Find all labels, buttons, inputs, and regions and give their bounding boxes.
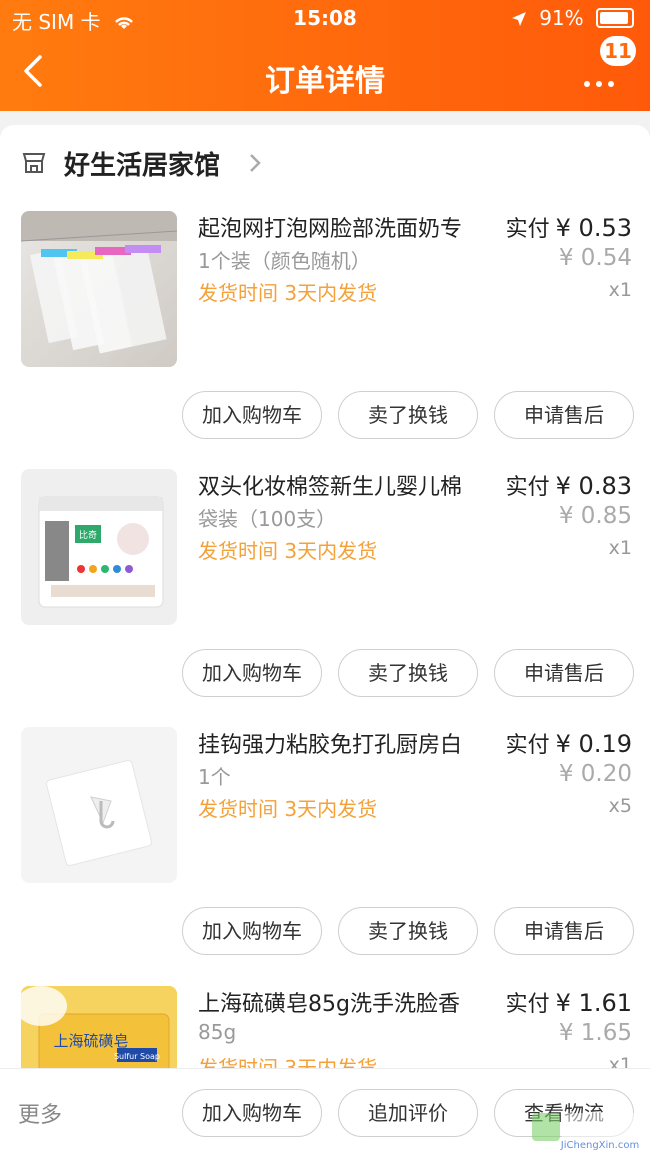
paid-label: 实付 xyxy=(505,475,550,500)
foam-net-image xyxy=(21,211,177,354)
paid-amount: ¥ 0.53 xyxy=(555,214,632,242)
bottom-add-to-cart-button[interactable]: 加入购物车 xyxy=(182,1089,322,1137)
brand-label: 比奇 xyxy=(79,529,97,541)
paid-price: 实付 ¥ 0.83 xyxy=(506,469,632,501)
resell-button[interactable]: 卖了换钱 xyxy=(338,391,478,439)
message-badge: 11 xyxy=(600,36,636,66)
paid-price: 实付 ¥ 0.53 xyxy=(506,211,632,243)
order-item[interactable]: 起泡网打泡网脸部洗面奶专 1个装（颜色随机） 发货时间 3天内发货 实付 ¥ 0.… xyxy=(0,211,650,469)
watermark-text: JiChengXin.com xyxy=(560,1140,639,1151)
paid-amount: ¥ 0.19 xyxy=(555,730,632,758)
original-price: ¥ 0.20 xyxy=(558,761,632,787)
product-spec: 1个 xyxy=(198,765,231,789)
add-to-cart-button[interactable]: 加入购物车 xyxy=(182,649,322,697)
ship-time: 发货时间 3天内发货 xyxy=(198,539,378,563)
page-title: 订单详情 xyxy=(265,64,385,99)
add-review-button[interactable]: 追加评价 xyxy=(338,1089,478,1137)
quantity: x1 xyxy=(608,1054,632,1068)
watermark-logo: JiChengXin.com xyxy=(532,1113,639,1151)
order-card: 好生活居家馆 起泡网打泡网脸部洗面奶专 1个装（颜色随机） 发货时间 3天内发货 xyxy=(0,125,650,1156)
paid-amount: ¥ 1.61 xyxy=(555,989,632,1017)
paid-label: 实付 xyxy=(505,733,550,758)
product-name[interactable]: 起泡网打泡网脸部洗面奶专 xyxy=(198,211,488,243)
quantity: x5 xyxy=(608,795,632,817)
product-spec: 1个装（颜色随机） xyxy=(198,249,371,273)
store-row[interactable]: 好生活居家馆 xyxy=(0,125,650,201)
product-spec: 袋装（100支） xyxy=(198,507,337,531)
quantity: x1 xyxy=(608,279,632,301)
order-item[interactable]: 比奇 双头化妆棉签新生儿婴儿棉 袋装（100支） 发货时间 3天内发货 实付 ¥ … xyxy=(0,469,650,727)
order-item[interactable]: 挂钩强力粘胶免打孔厨房白 1个 发货时间 3天内发货 实付 ¥ 0.19 ¥ 0.… xyxy=(0,727,650,985)
quantity: x1 xyxy=(608,537,632,559)
resell-button[interactable]: 卖了换钱 xyxy=(338,907,478,955)
cotton-swab-image: 比奇 xyxy=(38,496,164,608)
add-to-cart-button[interactable]: 加入购物车 xyxy=(182,907,322,955)
nav-bar: 订单详情 11 xyxy=(0,36,650,111)
product-spec: 85g xyxy=(198,1020,237,1044)
product-name[interactable]: 双头化妆棉签新生儿婴儿棉 xyxy=(198,469,488,501)
product-name[interactable]: 挂钩强力粘胶免打孔厨房白 xyxy=(198,727,488,759)
original-price: ¥ 1.65 xyxy=(558,1020,632,1046)
chevron-right-icon xyxy=(250,154,261,172)
original-price: ¥ 0.54 xyxy=(558,245,632,271)
product-name[interactable]: 上海硫磺皂85g洗手洗脸香 xyxy=(198,986,488,1018)
ship-time: 发货时间 3天内发货 xyxy=(198,1056,378,1068)
add-to-cart-button[interactable]: 加入购物车 xyxy=(182,391,322,439)
paid-amount: ¥ 0.83 xyxy=(555,472,632,500)
soap-label-en: Sulfur Soap xyxy=(114,1052,160,1061)
soap-label: 上海硫磺皂 xyxy=(53,1032,128,1050)
product-image[interactable] xyxy=(21,211,177,367)
status-right: 91% xyxy=(511,6,634,30)
store-icon xyxy=(22,153,46,173)
after-sale-button[interactable]: 申请售后 xyxy=(494,391,634,439)
soap-image: 上海硫磺皂 Sulfur Soap xyxy=(21,986,177,1068)
paid-price: 实付 ¥ 1.61 xyxy=(506,986,632,1018)
status-bar: 无 SIM 卡 15:08 91% xyxy=(0,0,650,36)
product-image[interactable] xyxy=(21,727,177,883)
after-sale-button[interactable]: 申请售后 xyxy=(494,649,634,697)
after-sale-button[interactable]: 申请售后 xyxy=(494,907,634,955)
paid-label: 实付 xyxy=(505,217,550,242)
ship-time: 发货时间 3天内发货 xyxy=(198,281,378,305)
bottom-action-bar: 更多 加入购物车 追加评价 查看物流 JiChengXin.com xyxy=(0,1068,650,1157)
original-price: ¥ 0.85 xyxy=(558,503,632,529)
battery-percent: 91% xyxy=(539,6,584,30)
store-name: 好生活居家馆 xyxy=(64,151,221,181)
battery-icon xyxy=(596,8,634,28)
hook-image xyxy=(46,760,152,866)
location-icon xyxy=(511,12,526,26)
order-item[interactable]: 上海硫磺皂 Sulfur Soap 上海硫磺皂85g洗手洗脸香 85g 发货时间… xyxy=(0,986,650,1068)
ship-time: 发货时间 3天内发货 xyxy=(198,797,378,821)
product-image[interactable]: 上海硫磺皂 Sulfur Soap xyxy=(21,986,177,1068)
paid-price: 实付 ¥ 0.19 xyxy=(506,727,632,759)
more-link[interactable]: 更多 xyxy=(18,1097,62,1129)
paid-label: 实付 xyxy=(505,992,550,1017)
resell-button[interactable]: 卖了换钱 xyxy=(338,649,478,697)
product-image[interactable]: 比奇 xyxy=(21,469,177,625)
header: 无 SIM 卡 15:08 91% 订单详情 11 xyxy=(0,0,650,111)
more-menu-icon[interactable] xyxy=(584,72,624,87)
